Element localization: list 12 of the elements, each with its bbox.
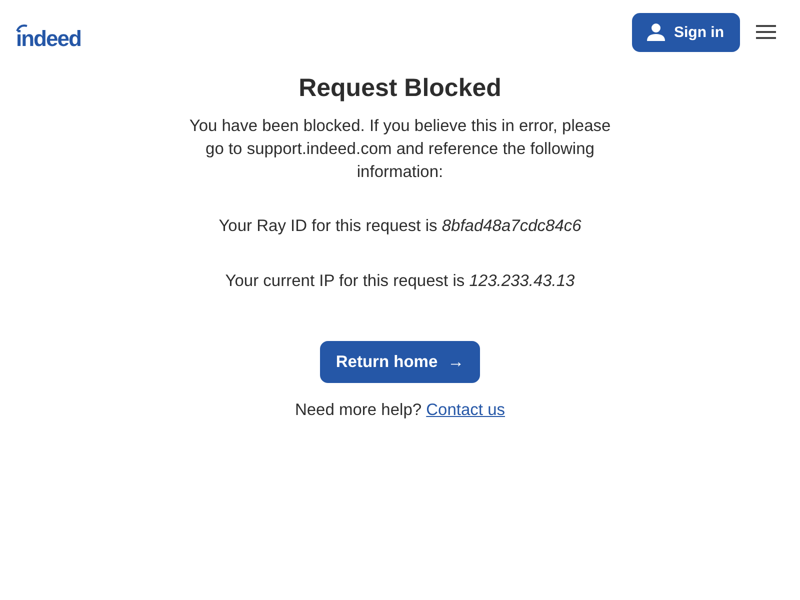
menu-icon[interactable] xyxy=(756,24,776,40)
contact-link[interactable]: Contact us xyxy=(426,401,506,419)
logo-arc-icon xyxy=(16,24,28,32)
return-home-button[interactable]: Return home → xyxy=(320,341,480,383)
page-title: Request Blocked xyxy=(298,74,502,103)
sign-in-button[interactable]: Sign in xyxy=(632,12,740,52)
logo[interactable]: indeed xyxy=(16,26,81,51)
help-text: Need more help? xyxy=(294,401,422,419)
message-text: Your Ray ID for this request is 8bfad48a7cdc84c6 xyxy=(218,216,582,237)
message-text: Your current IP for this request is 123.233.43.13 xyxy=(224,271,576,292)
message-text: You have been blocked. If you believe this in error, please go to support.indeed.com and reference the following information: xyxy=(188,116,612,183)
person-icon xyxy=(646,22,666,42)
